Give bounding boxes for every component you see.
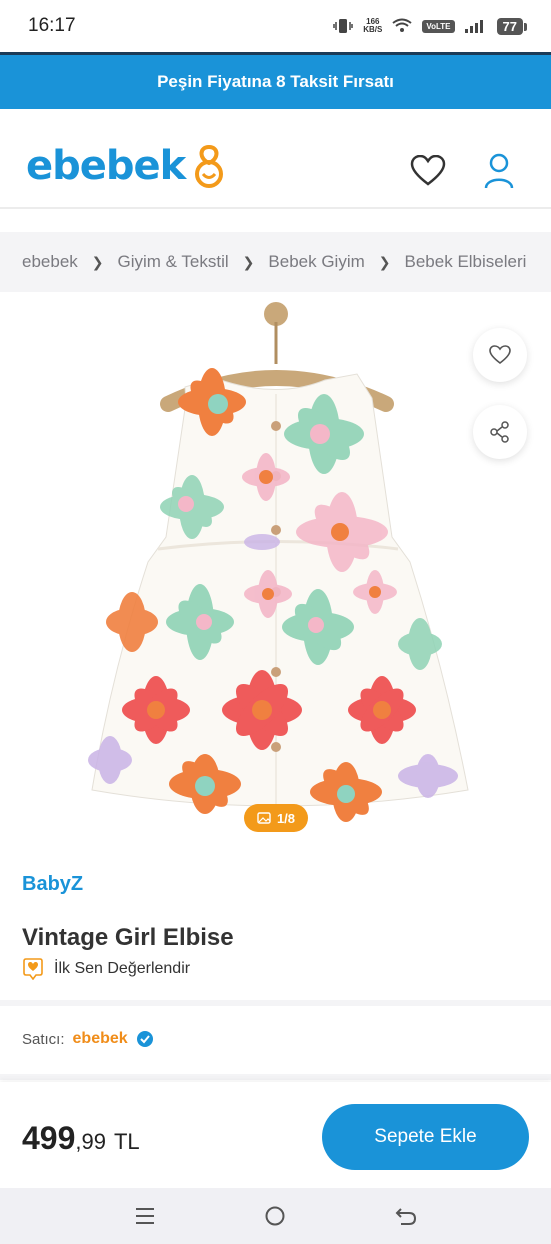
verified-badge-icon <box>136 1031 153 1047</box>
home-button[interactable] <box>255 1196 295 1236</box>
logo-text: ebebek <box>26 143 186 189</box>
price-main: 499 <box>22 1120 76 1156</box>
chevron-right-icon: ❯ <box>91 253 104 270</box>
divider <box>0 1000 551 1006</box>
breadcrumb-item-clothing[interactable]: Giyim & Tekstil <box>118 252 229 272</box>
share-button[interactable] <box>473 405 527 459</box>
chevron-right-icon: ❯ <box>378 253 391 270</box>
chevron-right-icon: ❯ <box>242 253 255 270</box>
heart-icon <box>410 154 446 186</box>
rating-link[interactable]: İlk Sen Değerlendir <box>22 958 190 980</box>
price-currency: TL <box>113 1129 140 1154</box>
product-gallery[interactable]: 1/8 <box>0 292 551 840</box>
image-counter-text: 1/8 <box>276 810 296 826</box>
breadcrumb-item-dresses[interactable]: Bebek Elbiseleri <box>405 252 527 272</box>
user-icon <box>484 153 514 189</box>
seller-label: Satıcı: <box>22 1030 65 1048</box>
promo-text: Peşin Fiyatına 8 Taksit Fırsatı <box>157 72 394 91</box>
logo-mark-icon <box>195 144 224 188</box>
divider <box>0 1074 551 1080</box>
add-to-cart-button[interactable]: Sepete Ekle <box>322 1104 529 1170</box>
breadcrumb-item-home[interactable]: ebebek <box>22 252 78 272</box>
breadcrumb: ebebek ❯ Giyim & Tekstil ❯ Bebek Giyim ❯… <box>0 232 551 292</box>
seller-name[interactable]: ebebek <box>73 1030 128 1048</box>
image-icon <box>257 812 271 824</box>
seller-row[interactable]: Satıcı: ebebek <box>22 1030 154 1048</box>
battery-indicator: 77 <box>496 17 528 35</box>
share-icon <box>490 421 509 443</box>
image-counter: 1/8 <box>244 804 308 832</box>
vibrate-icon <box>333 19 353 33</box>
home-circle-icon <box>265 1206 285 1226</box>
favorites-button[interactable] <box>410 154 446 192</box>
account-button[interactable] <box>484 153 514 194</box>
product-brand[interactable]: BabyZ <box>22 873 83 896</box>
recent-apps-button[interactable] <box>125 1196 165 1236</box>
purchase-footer: 499 ,99 TL Sepete Ekle <box>0 1082 551 1188</box>
breadcrumb-item-baby-clothing[interactable]: Bebek Giyim <box>268 252 364 272</box>
status-bar: 16:17 166 KB/S VoLTE 77 <box>0 0 551 52</box>
wifi-icon <box>392 18 412 32</box>
volte-badge: VoLTE <box>422 19 455 33</box>
menu-icon <box>136 1208 155 1224</box>
product-image <box>88 302 469 822</box>
rating-link-text: İlk Sen Değerlendir <box>54 960 191 977</box>
back-icon <box>395 1208 416 1225</box>
heart-icon <box>489 345 511 365</box>
system-navbar <box>0 1188 551 1244</box>
product-title: Vintage Girl Elbise <box>22 924 234 951</box>
review-heart-icon <box>23 958 43 980</box>
product-price: 499 ,99 TL <box>22 1120 140 1157</box>
signal-icon <box>464 20 483 33</box>
site-header: ebebek <box>0 109 551 209</box>
favorite-button[interactable] <box>473 328 527 382</box>
net-speed: 166 KB/S <box>363 17 383 34</box>
promo-banner[interactable]: Peşin Fiyatına 8 Taksit Fırsatı <box>0 52 551 109</box>
back-button[interactable] <box>386 1196 426 1236</box>
logo[interactable]: ebebek <box>26 141 229 191</box>
status-icons: 166 KB/S VoLTE 77 <box>333 17 528 35</box>
status-time: 16:17 <box>28 15 76 36</box>
price-fraction: ,99 <box>75 1129 106 1154</box>
